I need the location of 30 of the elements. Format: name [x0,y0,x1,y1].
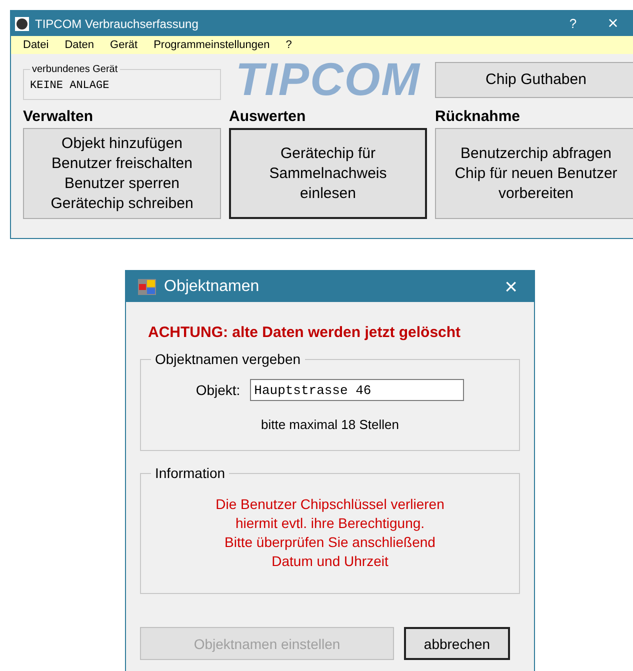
group-label: Information [154,465,226,481]
hint-text: bitte maximal 18 Stellen [260,417,399,432]
menu-item[interactable]: ? [286,39,292,51]
group-label: Objektnamen vergeben [154,351,302,367]
dialog-title: Objektnamen [164,278,260,296]
warning-text: ACHTUNG: alte Daten werden jetzt gelöscht [148,324,462,341]
app-icon [138,278,156,294]
close-button[interactable]: × [596,13,630,34]
section-heading: Auswerten [229,108,307,125]
menu-item[interactable]: Programmeinstellungen [154,39,270,51]
action-button[interactable]: Objekt hinzufügen Benutzer freischalten Benutzer sperren Gerätechip schreiben [23,128,221,219]
object-name-field[interactable]: Hauptstrasse 46 [250,379,464,401]
field-label: Objekt: [196,382,240,398]
cancel-button[interactable]: abbrechen [404,627,510,660]
chip-credit-button[interactable]: Chip Guthaben [435,62,633,98]
menu-item[interactable]: Daten [64,39,94,51]
info-text: Die Benutzer Chipschlüssel verlieren hiermit evtl. ihre Berechtigung. Bitte überprüfen Sie anschließend Datum und Uhrzeit [216,495,444,571]
group-label: verbundenes Gerät [31,64,119,75]
help-button[interactable]: ? [556,16,590,31]
window-title: TIPCOM Verbrauchserfassung [35,16,200,30]
menu-item[interactable]: Datei [23,39,49,51]
device-status: KEINE ANLAGE [30,80,110,92]
close-button[interactable]: × [488,274,534,300]
app-icon [15,16,29,30]
logo: TIPCOM [236,60,420,98]
section-heading: Rücknahme [435,108,522,125]
action-button[interactable]: Gerätechip für Sammelnachweis einlesen [229,128,427,219]
menu-item[interactable]: Gerät [110,39,138,51]
section-heading: Verwalten [23,108,94,125]
action-button[interactable]: Benutzerchip abfragen Chip für neuen Benutzer vorbereiten [435,128,633,219]
